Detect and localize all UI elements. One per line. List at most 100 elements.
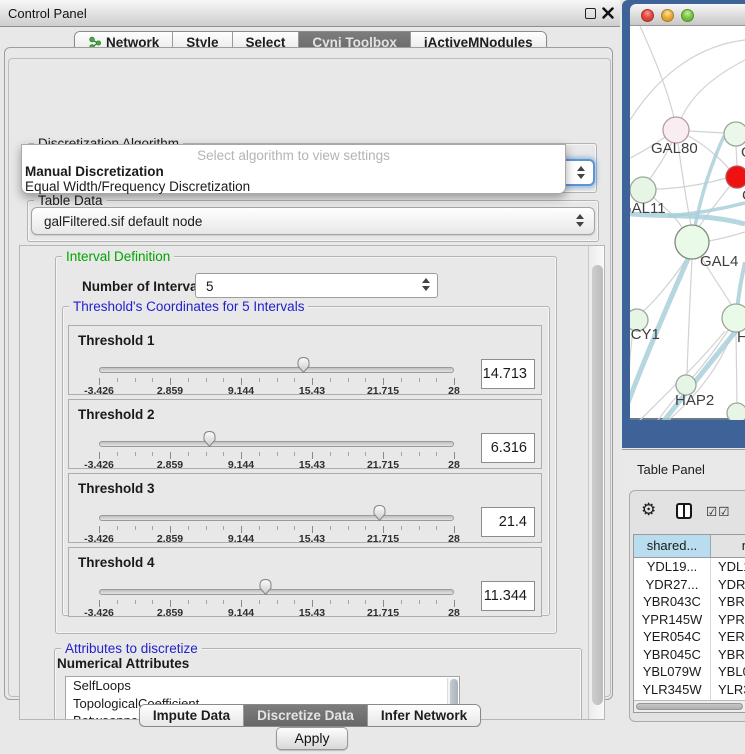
network-node[interactable] (724, 122, 745, 146)
slider-tick (135, 378, 136, 382)
threshold-slider-track[interactable] (99, 441, 454, 447)
minimize-traffic-light[interactable] (661, 9, 674, 22)
tab-infer-network[interactable]: Infer Network (367, 705, 480, 726)
table-cell: YER0 (711, 628, 745, 646)
tab-impute-data[interactable]: Impute Data (140, 705, 243, 726)
slider-tick (419, 526, 420, 530)
network-node[interactable] (727, 403, 745, 420)
zoom-traffic-light[interactable] (681, 9, 694, 22)
algorithm-hint: Select algorithm to view settings (22, 148, 565, 163)
settings-scroll-viewport: Interval Definition Number of Intervals … (19, 245, 605, 720)
threshold-slider-track[interactable] (99, 589, 454, 595)
network-node-label: HA (737, 329, 745, 346)
network-window-titlebar (630, 4, 745, 26)
combo-arrows-icon (576, 214, 585, 227)
split-columns-icon[interactable] (676, 503, 692, 519)
number-of-intervals-combobox[interactable]: 5 (195, 273, 438, 298)
table-cell: YBR043C (634, 593, 711, 611)
network-edge (640, 26, 674, 118)
slider-tick-label: 28 (429, 533, 479, 545)
slider-tick (294, 526, 295, 530)
network-node-label: GA (741, 144, 745, 161)
cyni-content-panel: Discretization Algorithm Select algorith… (8, 58, 611, 697)
column-header-shared[interactable]: shared... (634, 535, 711, 557)
slider-tick-label: 28 (429, 459, 479, 471)
table-cell: YDR27... (634, 576, 711, 594)
table-row[interactable]: YBL079WYBL0 (634, 663, 745, 681)
slider-tick (454, 378, 455, 385)
slider-tick-label: 9.144 (216, 385, 266, 397)
slider-tick-label: 9.144 (216, 533, 266, 545)
table-row[interactable]: YBR043CYBR0 (634, 593, 745, 611)
threshold-value-field[interactable]: 14.713 (481, 359, 535, 389)
slider-tick (241, 452, 242, 459)
threshold-slider-track[interactable] (99, 367, 454, 373)
threshold-slider-thumb[interactable] (372, 504, 387, 522)
slider-tick (454, 526, 455, 533)
threshold-label: Threshold 3 (78, 481, 155, 496)
slider-tick (365, 452, 366, 456)
main-vertical-scrollbar[interactable] (588, 246, 605, 719)
popup-item-equal-width-frequency[interactable]: Equal Width/Frequency Discretization (24, 179, 564, 195)
network-node[interactable] (722, 304, 745, 332)
number-of-intervals-value: 5 (206, 279, 214, 294)
column-header-name[interactable]: na (711, 535, 745, 557)
column-checkbox-icons[interactable]: ☑☑ (706, 504, 730, 519)
threshold-value-field[interactable]: 11.344 (481, 581, 535, 611)
slider-tick-label: -3.426 (74, 385, 124, 397)
slider-tick (348, 600, 349, 604)
tab-discretize-data[interactable]: Discretize Data (243, 705, 367, 726)
table-row[interactable]: YLR345WYLR3 (634, 681, 745, 699)
slider-tick (99, 452, 100, 459)
window-title: Control Panel (8, 6, 87, 21)
table-cell: YDL19... (634, 558, 711, 576)
network-node[interactable] (726, 166, 745, 188)
attribute-list-item[interactable]: SelfLoops (66, 677, 459, 695)
threshold-slider-thumb[interactable] (258, 578, 273, 596)
float-window-icon[interactable] (585, 8, 596, 19)
slider-tick (365, 600, 366, 604)
threshold-value-field[interactable]: 21.4 (481, 507, 535, 537)
threshold-slider-thumb[interactable] (202, 430, 217, 448)
tab-label: Infer Network (381, 705, 467, 726)
threshold-slider-thumb[interactable] (296, 356, 311, 374)
table-row[interactable]: YPR145WYPR1 (634, 611, 745, 629)
slider-tick (206, 452, 207, 456)
table-row[interactable]: YDL19...YDL1 (634, 558, 745, 576)
slider-tick-label: 28 (429, 607, 479, 619)
slider-tick (223, 378, 224, 382)
table-data-combobox[interactable]: galFiltered.sif default node (31, 207, 595, 235)
slider-tick (206, 600, 207, 604)
table-row[interactable]: YDR27...YDR2 (634, 576, 745, 594)
threshold-slider-track[interactable] (99, 515, 454, 521)
network-view-canvas[interactable]: GAL80GACGAL11GAL4GCY1HAHAP2 (630, 26, 745, 420)
slider-tick (206, 526, 207, 530)
table-panel-title: Table Panel (637, 462, 705, 477)
close-icon[interactable] (602, 7, 614, 19)
slider-tick-label: 28 (429, 385, 479, 397)
scrollbar-thumb[interactable] (592, 265, 603, 705)
slider-tick (454, 600, 455, 607)
table-row[interactable]: YER054CYER0 (634, 628, 745, 646)
slider-tick (436, 526, 437, 530)
table-cell: YBR0 (711, 593, 745, 611)
table-row[interactable]: YBR045CYBR0 (634, 646, 745, 664)
slider-tick (330, 600, 331, 604)
slider-tick (419, 600, 420, 604)
slider-tick-label: 21.715 (358, 459, 408, 471)
tab-label: Impute Data (153, 705, 230, 726)
slider-tick-label: -3.426 (74, 607, 124, 619)
slider-tick (277, 526, 278, 530)
number-of-intervals-label: Number of Intervals (82, 279, 209, 294)
slider-tick (170, 526, 171, 533)
apply-button[interactable]: Apply (276, 727, 347, 750)
scrollbar-thumb[interactable] (636, 703, 743, 710)
popup-item-manual-discretization[interactable]: Manual Discretization (24, 164, 564, 180)
slider-tick (348, 526, 349, 530)
slider-tick (436, 378, 437, 382)
threshold-value-field[interactable]: 6.316 (481, 433, 535, 463)
table-horizontal-scrollbar[interactable] (634, 700, 745, 712)
gear-icon[interactable]: ⚙ (641, 501, 656, 518)
node-attribute-table: shared... na YDL19...YDL1YDR27...YDR2YBR… (633, 534, 745, 713)
close-traffic-light[interactable] (641, 9, 654, 22)
